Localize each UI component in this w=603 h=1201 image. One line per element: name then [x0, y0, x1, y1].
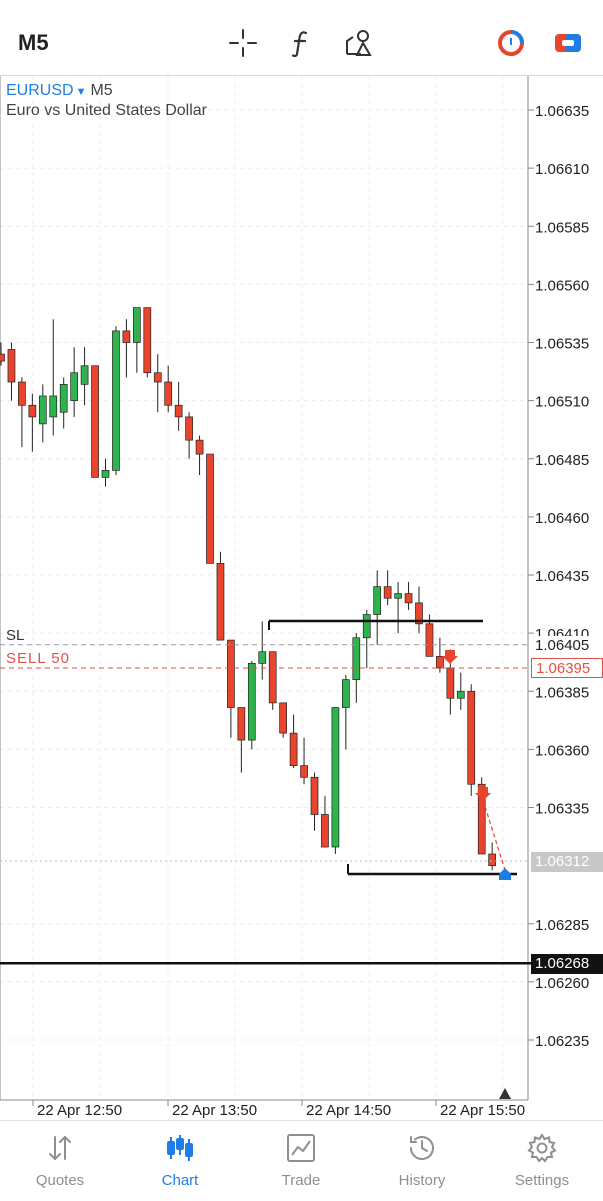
price-tick-label: 1.06360 — [535, 742, 589, 759]
candle — [174, 382, 183, 431]
tab-settings[interactable]: Settings — [482, 1121, 602, 1201]
price-tick-label: 1.06635 — [535, 103, 589, 120]
price-tick-label: 1.06435 — [535, 568, 589, 585]
tab-chart[interactable]: Chart — [120, 1121, 240, 1201]
time-tick-label: 22 Apr 13:50 — [172, 1102, 257, 1119]
price-tick-label: 1.06385 — [535, 684, 589, 701]
price-tick-label: 1.06610 — [535, 161, 589, 178]
chart-shift-icon[interactable] — [499, 1088, 511, 1099]
tab-quotes-label: Quotes — [35, 1172, 85, 1189]
candle — [70, 347, 79, 417]
sell-order-label[interactable]: SELL 50 — [6, 650, 70, 667]
price-tick-label: 1.06485 — [535, 452, 589, 469]
line-price-tag: 1.06268 — [531, 954, 603, 974]
candle — [331, 707, 340, 854]
candle — [456, 672, 465, 710]
candle — [237, 707, 246, 773]
candle — [279, 702, 287, 738]
tab-history[interactable]: History — [362, 1121, 482, 1201]
candle — [216, 551, 225, 641]
price-tick-label: 1.06235 — [535, 1033, 589, 1050]
sell-arrow-icon — [475, 787, 491, 801]
candle — [38, 384, 47, 443]
dropdown-caret-icon[interactable]: ▼ — [76, 86, 87, 98]
candle — [258, 621, 267, 680]
sell-arrow-icon — [442, 650, 458, 664]
candle — [436, 637, 444, 673]
candle — [321, 795, 329, 848]
candle — [80, 347, 89, 406]
candle — [415, 586, 423, 634]
trade-icon — [287, 1134, 315, 1162]
candle — [122, 319, 131, 378]
gear-icon — [527, 1133, 557, 1163]
candle — [49, 319, 58, 436]
candle — [227, 639, 235, 738]
price-tick-label: 1.06285 — [535, 917, 589, 934]
price-tick-label: 1.06460 — [535, 510, 589, 527]
price-tick-label: 1.06260 — [535, 975, 589, 992]
time-tick-label: 22 Apr 12:50 — [37, 1102, 122, 1119]
candle — [206, 453, 214, 564]
buy-close-marker-icon — [499, 868, 511, 880]
tab-history-label: History — [398, 1172, 446, 1189]
candle — [18, 377, 26, 448]
bottom-tab-bar: Quotes Chart Trade History Settings — [0, 1120, 603, 1201]
symbol-description: Euro vs United States Dollar — [6, 102, 207, 119]
sell-price-tag: 1.06395 — [531, 658, 603, 678]
price-tick-label: 1.06535 — [535, 336, 589, 353]
candle — [133, 307, 141, 373]
price-tick-label: 1.06335 — [535, 801, 589, 818]
candle — [0, 342, 5, 366]
tab-settings-label: Settings — [514, 1172, 570, 1189]
sl-label[interactable]: SL — [6, 627, 24, 644]
candle — [195, 435, 204, 476]
price-chart[interactable]: 1.06635 1.06610 1.06585 1.06560 1.06535 1.065… — [0, 0, 603, 1200]
candle — [383, 570, 392, 606]
price-tick-label: 1.06585 — [535, 219, 589, 236]
time-tick-label: 22 Apr 14:50 — [306, 1102, 391, 1119]
candle — [467, 684, 476, 796]
price-tick-label: 1.06510 — [535, 394, 589, 411]
candle — [310, 772, 319, 831]
candle — [342, 674, 350, 750]
candle — [300, 737, 308, 785]
tab-quotes[interactable]: Quotes — [0, 1121, 120, 1201]
candle — [28, 393, 37, 452]
candle — [488, 842, 496, 871]
price-tick-label: 1.06560 — [535, 277, 589, 294]
candle — [101, 458, 110, 487]
tab-chart-label: Chart — [161, 1172, 199, 1189]
candle — [153, 354, 162, 413]
candle — [143, 307, 152, 378]
candle — [59, 377, 68, 429]
candle — [7, 342, 16, 401]
candle — [185, 412, 193, 459]
candle — [247, 661, 256, 750]
bid-price-tag: 1.06312 — [531, 852, 603, 872]
candle — [289, 714, 298, 768]
candle — [112, 326, 120, 476]
candle — [268, 651, 277, 710]
candle — [394, 581, 402, 634]
time-tick-label: 22 Apr 15:50 — [440, 1102, 525, 1119]
symbol-timeframe: M5 — [90, 82, 113, 99]
candle — [91, 365, 99, 478]
history-icon — [410, 1136, 434, 1160]
candle — [404, 581, 413, 610]
tab-trade-label: Trade — [281, 1172, 321, 1189]
candlestick-chart-icon — [167, 1135, 193, 1161]
candle — [164, 365, 173, 413]
tab-trade[interactable]: Trade — [241, 1121, 361, 1201]
symbol-name[interactable]: EURUSD — [6, 82, 74, 99]
sl-price-tag: 1.06405 — [531, 636, 603, 656]
symbol-header[interactable]: EURUSD ▼ M5 — [6, 82, 113, 100]
quotes-icon — [49, 1135, 71, 1161]
